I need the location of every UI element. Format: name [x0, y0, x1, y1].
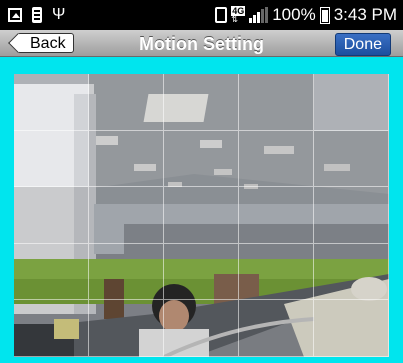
grid-cell[interactable]: [239, 130, 314, 188]
grid-cell[interactable]: [164, 74, 239, 131]
grid-cell[interactable]: [14, 243, 89, 301]
grid-cell[interactable]: [314, 74, 389, 131]
video-frame: [0, 57, 403, 363]
navigation-bar: Back Motion Setting Done: [0, 30, 403, 57]
grid-cell[interactable]: [164, 130, 239, 188]
lte-icon: 4G ⇅: [231, 6, 246, 24]
grid-cell[interactable]: [164, 300, 239, 357]
grid-cell[interactable]: [314, 300, 389, 357]
battery-percent: 100%: [272, 5, 316, 24]
sd-card-icon: [32, 7, 42, 23]
grid-cell[interactable]: [89, 74, 164, 131]
grid-cell[interactable]: [314, 243, 389, 301]
clock: 3:43 PM: [333, 5, 397, 24]
usb-icon: Ψ: [52, 6, 66, 23]
grid-cell[interactable]: [314, 130, 389, 188]
grid-cell[interactable]: [14, 130, 89, 188]
grid-cell[interactable]: [14, 74, 89, 131]
gallery-icon: [8, 8, 22, 22]
grid-cell[interactable]: [239, 300, 314, 357]
vibrate-icon: [215, 7, 228, 23]
grid-cell[interactable]: [239, 187, 314, 244]
grid-cell[interactable]: [164, 187, 239, 244]
grid-cell[interactable]: [14, 300, 89, 357]
grid-cell[interactable]: [164, 243, 239, 301]
grid-cell[interactable]: [239, 243, 314, 301]
camera-preview: [14, 74, 389, 357]
grid-cell[interactable]: [89, 130, 164, 188]
battery-icon: [319, 6, 330, 24]
status-bar: Ψ 4G ⇅ 100% 3:43 PM: [0, 0, 403, 30]
signal-icon: [249, 7, 269, 23]
done-button[interactable]: Done: [334, 33, 391, 56]
grid-cell[interactable]: [89, 187, 164, 244]
motion-detection-grid[interactable]: [14, 74, 389, 357]
grid-cell[interactable]: [14, 187, 89, 244]
grid-cell[interactable]: [314, 187, 389, 244]
grid-cell[interactable]: [89, 300, 164, 357]
grid-cell[interactable]: [89, 243, 164, 301]
grid-cell[interactable]: [239, 74, 314, 131]
